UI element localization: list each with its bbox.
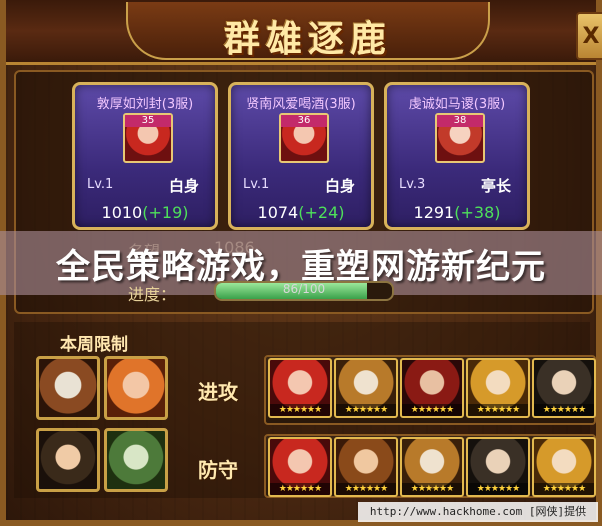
opponent-avatar: 36 [279, 113, 329, 163]
power-gain: (+19) [142, 203, 189, 222]
attack-slot-5[interactable]: ★★★★★★ [532, 358, 596, 418]
star-rating: ★★★★★★ [402, 404, 462, 416]
defense-slot-1[interactable]: ★★★★★★ [268, 437, 332, 497]
star-rating: ★★★★★★ [534, 404, 594, 416]
opponent-avatar: 38 [435, 113, 485, 163]
opponent-name: 敦厚如刘封(3服) [96, 97, 194, 112]
star-rating: ★★★★★★ [402, 483, 462, 495]
attack-label: 进攻 [198, 380, 238, 404]
defense-slot-3[interactable]: ★★★★★★ [400, 437, 464, 497]
attack-slot-1[interactable]: ★★★★★★ [268, 358, 332, 418]
close-button[interactable]: X [576, 12, 602, 60]
page-title: 群雄逐鹿 [223, 18, 392, 60]
opponent-level: Lv.3 [399, 177, 426, 192]
limited-hero-1[interactable] [36, 356, 100, 420]
opponent-rank: 亭长 [480, 177, 511, 195]
progress-label: 进度： [128, 285, 177, 304]
opponent-rank: 白身 [168, 177, 199, 195]
opponent-level: Lv.1 [87, 177, 114, 192]
opponent-rank: 白身 [324, 177, 355, 195]
title-roof: 群雄逐鹿 [126, 2, 490, 60]
attack-slot-3[interactable]: ★★★★★★ [400, 358, 464, 418]
opponent-power: 1291(+38) [387, 203, 527, 222]
power-gain: (+38) [454, 203, 501, 222]
defense-slot-2[interactable]: ★★★★★★ [334, 437, 398, 497]
opponent-power: 1074(+24) [231, 203, 371, 222]
opponent-level-badge: 35 [125, 115, 171, 127]
star-rating: ★★★★★★ [270, 404, 330, 416]
star-rating: ★★★★★★ [336, 404, 396, 416]
attack-slot-2[interactable]: ★★★★★★ [334, 358, 398, 418]
title-bar: 群雄逐鹿 [6, 0, 596, 65]
opponent-card-3[interactable]: 虔诚如马谡(3服) 38 Lv.3 亭长 1291(+38) [384, 82, 530, 230]
star-rating: ★★★★★★ [336, 483, 396, 495]
limited-hero-2[interactable] [104, 356, 168, 420]
power-gain: (+24) [298, 203, 345, 222]
opponent-level-badge: 38 [437, 115, 483, 127]
opponent-power: 1010(+19) [75, 203, 215, 222]
defense-slot-4[interactable]: ★★★★★★ [466, 437, 530, 497]
power-value: 1291 [413, 203, 455, 222]
star-rating: ★★★★★★ [534, 483, 594, 495]
defense-slot-5[interactable]: ★★★★★★ [532, 437, 596, 497]
power-value: 1010 [101, 203, 143, 222]
weekly-limit-title: 本周限制 [60, 335, 128, 355]
source-credit: http://www.hackhome.com [网侠]提供 [358, 502, 598, 522]
opponent-name: 虔诚如马谡(3服) [408, 97, 506, 112]
attack-slot-4[interactable]: ★★★★★★ [466, 358, 530, 418]
progress-text: 86/100 [282, 282, 326, 296]
defense-label: 防守 [198, 458, 238, 482]
limited-hero-4[interactable] [104, 428, 168, 492]
limited-hero-3[interactable] [36, 428, 100, 492]
opponent-card-1[interactable]: 敦厚如刘封(3服) 35 Lv.1 白身 1010(+19) [72, 82, 218, 230]
progress-bar: 86/100 [214, 281, 394, 301]
opponent-avatar: 35 [123, 113, 173, 163]
star-rating: ★★★★★★ [468, 404, 528, 416]
star-rating: ★★★★★★ [468, 483, 528, 495]
star-rating: ★★★★★★ [270, 483, 330, 495]
opponent-name: 贤南风爱喝酒(3服) [246, 97, 356, 112]
opponent-card-2[interactable]: 贤南风爱喝酒(3服) 36 Lv.1 白身 1074(+24) [228, 82, 374, 230]
opponent-level-badge: 36 [281, 115, 327, 127]
power-value: 1074 [257, 203, 299, 222]
opponent-level: Lv.1 [243, 177, 270, 192]
